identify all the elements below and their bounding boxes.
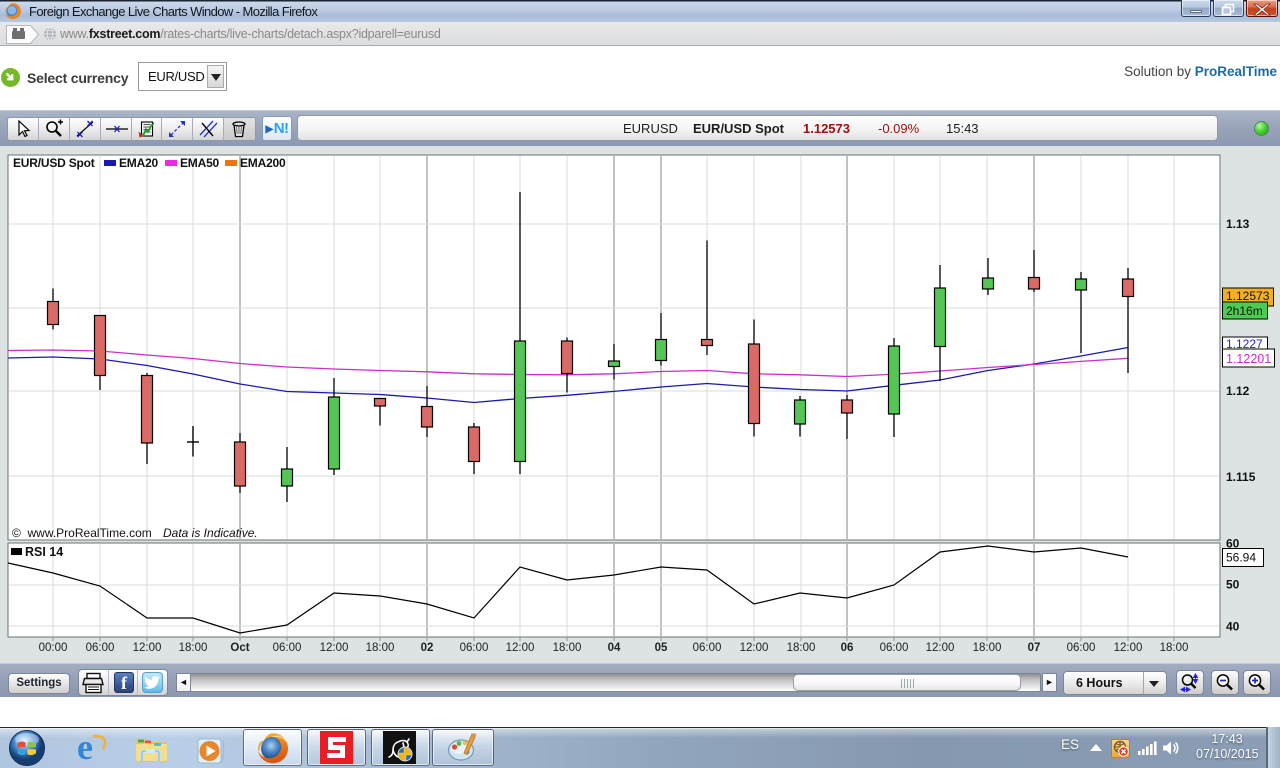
svg-text:06:00: 06:00 <box>693 642 722 654</box>
svg-text:12:00: 12:00 <box>740 642 769 654</box>
svg-text:18:00: 18:00 <box>553 642 582 654</box>
svg-text:18:00: 18:00 <box>787 642 816 654</box>
svg-text:1.12: 1.12 <box>1226 384 1250 398</box>
svg-text:1.12573: 1.12573 <box>1226 289 1270 303</box>
svg-text:04: 04 <box>608 642 621 654</box>
svg-text:50: 50 <box>1226 578 1240 592</box>
svg-text:06:00: 06:00 <box>273 642 302 654</box>
svg-text:12:00: 12:00 <box>1114 642 1143 654</box>
svg-text:e: e <box>77 730 93 767</box>
svg-text:18:00: 18:00 <box>1160 642 1189 654</box>
svg-text:1.13: 1.13 <box>1226 217 1250 231</box>
svg-text:RSI 14: RSI 14 <box>25 545 63 559</box>
svg-text:12:00: 12:00 <box>320 642 349 654</box>
svg-text:12:00: 12:00 <box>926 642 955 654</box>
svg-text:06:00: 06:00 <box>86 642 115 654</box>
svg-text:12:00: 12:00 <box>133 642 162 654</box>
svg-text:18:00: 18:00 <box>366 642 395 654</box>
svg-text:EMA200: EMA200 <box>240 156 286 170</box>
svg-text:06:00: 06:00 <box>1067 642 1096 654</box>
svg-text:02: 02 <box>421 642 434 654</box>
svg-text:06: 06 <box>841 642 854 654</box>
svg-text:06:00: 06:00 <box>880 642 909 654</box>
svg-text:Data is Indicative.: Data is Indicative. <box>163 526 258 540</box>
svg-text:EUR/USD Spot: EUR/USD Spot <box>13 156 95 170</box>
svg-text:Oct: Oct <box>230 642 249 654</box>
svg-text:18:00: 18:00 <box>973 642 1002 654</box>
svg-text:07: 07 <box>1028 642 1041 654</box>
svg-text:18:00: 18:00 <box>179 642 208 654</box>
svg-text:2h16m: 2h16m <box>1226 304 1263 318</box>
svg-text:1.115: 1.115 <box>1226 470 1256 484</box>
svg-text:EMA20: EMA20 <box>119 156 159 170</box>
svg-text:05: 05 <box>655 642 668 654</box>
svg-text:06:00: 06:00 <box>460 642 489 654</box>
svg-text:00:00: 00:00 <box>39 642 68 654</box>
svg-text:© www.ProRealTime.com: © www.ProRealTime.com <box>12 526 152 540</box>
svg-text:1.12201: 1.12201 <box>1226 352 1271 366</box>
svg-text:56.94: 56.94 <box>1226 551 1256 565</box>
svg-text:12:00: 12:00 <box>506 642 535 654</box>
svg-text:40: 40 <box>1226 620 1240 634</box>
svg-text:EMA50: EMA50 <box>180 156 220 170</box>
